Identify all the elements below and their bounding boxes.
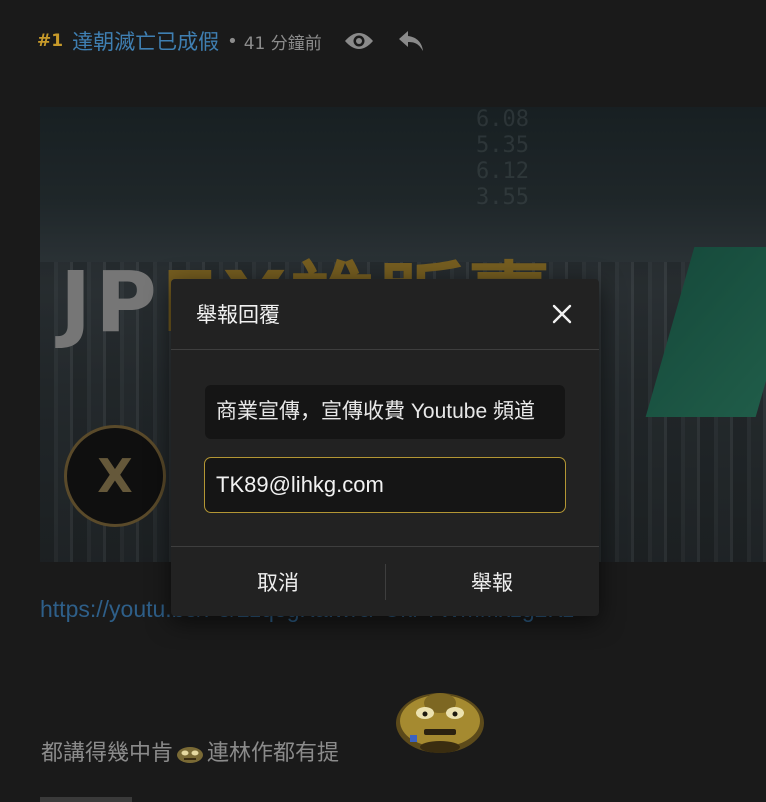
- reply-icon[interactable]: [394, 26, 428, 56]
- sweat-emoji-icon: [175, 744, 205, 764]
- post-body-text: 都講得幾中肯 連林作都有提: [41, 741, 340, 766]
- page: #1 達朝滅亡已成假 • 41 分鐘前 6.08 5.35 6.12 3.55 …: [0, 0, 766, 802]
- post-number: #1: [37, 31, 64, 51]
- report-reply-dialog: 舉報回覆 商業宣傳，宣傳收費 Youtube 頻道 取消 舉報: [171, 279, 599, 616]
- close-icon[interactable]: [545, 297, 579, 331]
- bottom-strip: [40, 797, 132, 802]
- post-separator: •: [227, 30, 238, 52]
- email-field[interactable]: [204, 457, 566, 513]
- report-button[interactable]: 舉報: [385, 547, 599, 616]
- cancel-button[interactable]: 取消: [171, 547, 385, 616]
- post-time: 41 分鐘前: [243, 33, 322, 54]
- post-username[interactable]: 達朝滅亡已成假: [72, 26, 219, 56]
- post-header: #1 達朝滅亡已成假 • 41 分鐘前: [37, 26, 446, 56]
- dialog-divider-top: [171, 349, 599, 350]
- big-face-emoji-icon: [394, 683, 486, 757]
- eye-icon[interactable]: [342, 26, 376, 56]
- dialog-title: 舉報回覆: [196, 303, 280, 327]
- report-reason-select[interactable]: 商業宣傳，宣傳收費 Youtube 頻道: [205, 385, 565, 439]
